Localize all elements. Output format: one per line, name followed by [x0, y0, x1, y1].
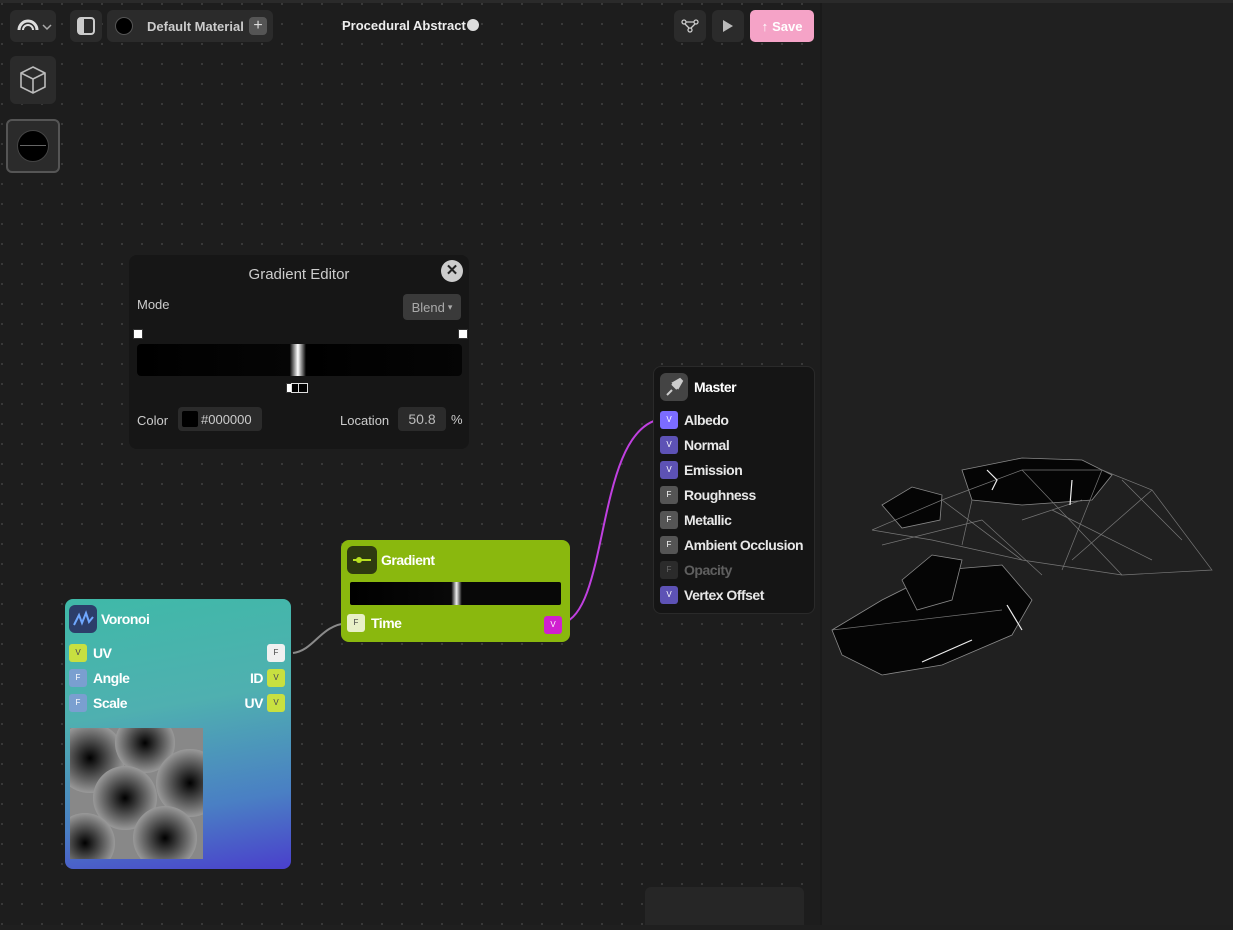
gradient-output[interactable]: V	[544, 614, 562, 634]
master-input-metallic[interactable]: F Metallic	[660, 510, 732, 530]
voronoi-node[interactable]: Voronoi V UV F Angle F Scale F ID V UV V	[65, 599, 291, 869]
float-badge[interactable]: F	[660, 486, 678, 504]
vector-badge[interactable]: V	[69, 644, 87, 662]
preview-model	[831, 457, 1213, 676]
connection-gradient-albedo	[562, 418, 662, 624]
float-badge[interactable]: F	[347, 614, 365, 632]
master-input-vertex-offset[interactable]: V Vertex Offset	[660, 585, 764, 605]
preview-viewport[interactable]	[822, 0, 1233, 925]
master-node[interactable]: Master V Albedo V Normal V Emission F Roughn…	[653, 366, 815, 614]
vector-badge[interactable]: V	[660, 586, 678, 604]
vector-badge[interactable]: V	[660, 461, 678, 479]
master-input-albedo[interactable]: V Albedo	[660, 410, 729, 430]
gradient-icon	[347, 546, 377, 574]
float-badge[interactable]: F	[69, 669, 87, 687]
input-label: Albedo	[684, 412, 729, 428]
input-label: Time	[371, 615, 402, 631]
master-input-opacity: F Opacity	[660, 560, 732, 580]
vector-badge[interactable]: V	[660, 436, 678, 454]
voronoi-preview	[70, 728, 203, 859]
vector-badge[interactable]: V	[267, 669, 285, 687]
input-label: Angle	[93, 670, 130, 686]
bottom-panel	[645, 887, 804, 925]
voronoi-output-uv[interactable]: UV V	[245, 694, 285, 712]
vector-badge[interactable]: V	[660, 411, 678, 429]
float-badge[interactable]: F	[660, 511, 678, 529]
input-label: Ambient Occlusion	[684, 537, 804, 553]
voronoi-input-uv[interactable]: V UV	[69, 644, 112, 662]
master-input-normal[interactable]: V Normal	[660, 435, 730, 455]
input-label: Scale	[93, 695, 128, 711]
input-label: Emission	[684, 462, 743, 478]
voronoi-output-id[interactable]: ID V	[250, 669, 285, 687]
voronoi-input-scale[interactable]: F Scale	[69, 694, 128, 712]
gradient-node[interactable]: Gradient F Time V	[341, 540, 570, 642]
gradient-input-time[interactable]: F Time	[347, 614, 402, 632]
master-title: Master	[694, 379, 737, 395]
float-badge[interactable]: F	[660, 536, 678, 554]
master-input-emission[interactable]: V Emission	[660, 460, 743, 480]
input-label: Normal	[684, 437, 730, 453]
float-badge[interactable]: F	[267, 644, 285, 662]
voronoi-title: Voronoi	[101, 611, 150, 627]
output-label: UV	[244, 695, 264, 711]
output-label: ID	[250, 670, 264, 686]
master-input-ambient-occlusion[interactable]: F Ambient Occlusion	[660, 535, 804, 555]
input-label: Roughness	[684, 487, 756, 503]
vector-badge[interactable]: V	[267, 694, 285, 712]
input-label: Metallic	[684, 512, 732, 528]
gradient-title: Gradient	[381, 552, 435, 568]
plug-icon	[660, 373, 688, 401]
float-badge: F	[660, 561, 678, 579]
voronoi-output-f[interactable]: F	[263, 644, 285, 662]
connection-voronoi-gradient	[292, 622, 349, 654]
float-badge[interactable]: F	[69, 694, 87, 712]
vector-badge[interactable]: V	[544, 616, 562, 634]
input-label: UV	[93, 645, 112, 661]
input-label: Opacity	[684, 562, 732, 578]
voronoi-input-angle[interactable]: F Angle	[69, 669, 130, 687]
gradient-preview-bar[interactable]	[350, 582, 561, 605]
input-label: Vertex Offset	[684, 587, 764, 603]
voronoi-icon	[69, 605, 97, 633]
master-input-roughness[interactable]: F Roughness	[660, 485, 756, 505]
